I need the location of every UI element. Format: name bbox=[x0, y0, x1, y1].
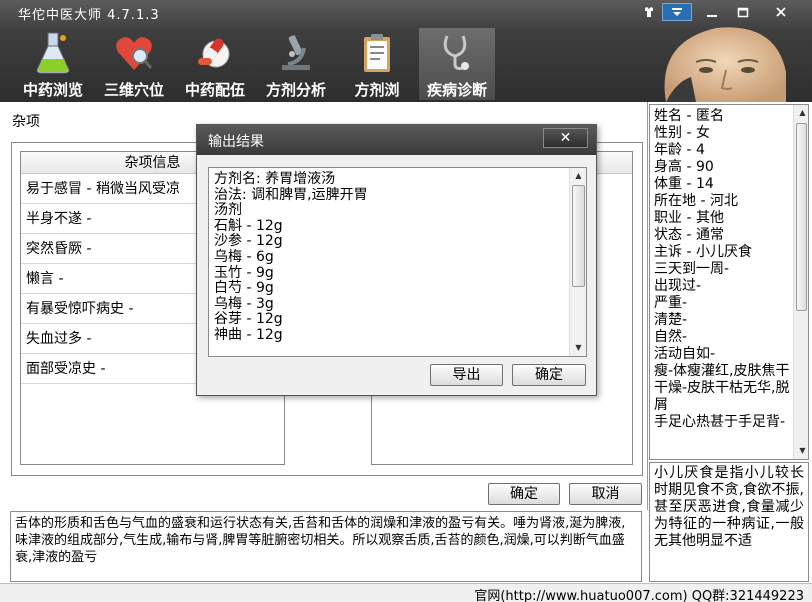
text-line: 身高 - 90 bbox=[654, 159, 714, 175]
patient-info-lines: 姓名 - 匿名 性别 - 女年龄 - 4 身高 - 90 体重 - 14 所在地 - 河… bbox=[654, 108, 792, 431]
disease-note: 小儿厌食是指小儿较长时期见食不贪,食欲不振,甚至厌恶进食,食量减少为特征的一种病… bbox=[649, 462, 809, 582]
tool-herb-browse[interactable]: 中药浏览 bbox=[12, 28, 94, 100]
dialog-title: 输出结果 bbox=[208, 134, 264, 150]
tool-3d-acupoint[interactable]: 三维穴位 bbox=[93, 28, 175, 100]
tool-label: 中药浏览 bbox=[22, 81, 83, 99]
physician-portrait bbox=[636, 22, 812, 102]
text-line: 姓名 - 匿名 bbox=[654, 108, 724, 124]
cancel-button[interactable]: 取消 bbox=[569, 483, 642, 505]
text-line: 年龄 - 4 bbox=[654, 142, 705, 158]
text-line: 职业 - 其他 bbox=[654, 210, 724, 226]
output-scrollbar[interactable]: ▲ ▼ bbox=[569, 168, 586, 356]
text-line: 治法: 调和脾胃,运脾开胃 bbox=[214, 186, 368, 203]
tool-herb-compat[interactable]: 中药配伍 bbox=[174, 28, 256, 100]
scroll-down-icon[interactable]: ▼ bbox=[794, 443, 808, 459]
text-line: 乌梅 - 3g bbox=[214, 295, 274, 312]
text-line: 严重- bbox=[654, 295, 688, 311]
text-line: 干燥-皮肤干枯无华,脱屑 bbox=[654, 380, 790, 413]
scroll-down-icon[interactable]: ▼ bbox=[570, 340, 586, 356]
text-line: 出现过- bbox=[654, 278, 702, 294]
stethoscope-icon bbox=[443, 35, 469, 70]
patient-info-panel: 姓名 - 匿名 性别 - 女年龄 - 4 身高 - 90 体重 - 14 所在地 - 河… bbox=[649, 104, 809, 460]
menu-arrow-icon bbox=[672, 8, 682, 16]
tool-label: 方剂浏 bbox=[354, 81, 400, 99]
text-line: 乌梅 - 6g bbox=[214, 248, 274, 265]
text-line: 手足心热甚于手足背- bbox=[654, 414, 786, 430]
minimize-button[interactable] bbox=[697, 3, 727, 21]
dialog-close-button[interactable]: ✕ bbox=[543, 128, 588, 148]
output-textbox[interactable]: 方剂名: 养胃增液汤 治法: 调和脾胃,运脾开胃 汤剂 石斛 - 12g 沙参 - 12… bbox=[208, 167, 587, 357]
heart-search-icon bbox=[116, 37, 153, 70]
section-title: 杂项 bbox=[12, 114, 40, 130]
maximize-icon bbox=[737, 7, 749, 18]
close-button[interactable] bbox=[762, 3, 800, 21]
tool-label: 三维穴位 bbox=[103, 81, 164, 99]
output-dialog: 输出结果 ✕ 方剂名: 养胃增液汤 治法: 调和脾胃,运脾开胃 汤剂 石斛 - 12g… bbox=[196, 124, 597, 396]
text-line: 性别 - 女 bbox=[654, 125, 710, 141]
text-line: 三天到一周- bbox=[654, 261, 730, 277]
scroll-up-icon[interactable]: ▲ bbox=[794, 105, 808, 121]
tool-formula-analysis[interactable]: 方剂分析 bbox=[255, 28, 337, 100]
app-title: 华佗中医大师 4.7.1.3 bbox=[18, 8, 160, 23]
text-line: 神曲 - 12g bbox=[214, 326, 283, 343]
text-line: 汤剂 bbox=[214, 202, 242, 219]
text-line: 体重 - 14 bbox=[654, 176, 714, 192]
status-bar: 官网(http://www.huatuo007.com) QQ群:3214492… bbox=[0, 583, 812, 602]
menu-button[interactable] bbox=[662, 3, 692, 21]
scroll-thumb[interactable] bbox=[796, 123, 807, 311]
skin-icon[interactable] bbox=[640, 3, 658, 21]
tool-label: 方剂分析 bbox=[265, 81, 326, 99]
text-line: 白芍 - 9g bbox=[214, 280, 274, 297]
microscope-icon bbox=[282, 35, 310, 70]
title-toolbar: 华佗中医大师 4.7.1.3 中药浏览 三维穴位 中药配伍 方剂分析 方剂浏 疾… bbox=[0, 0, 812, 102]
text-line: 谷芽 - 12g bbox=[214, 311, 283, 328]
export-button[interactable]: 导出 bbox=[430, 364, 503, 386]
text-line: 玉竹 - 9g bbox=[214, 264, 274, 281]
text-line: 方剂名: 养胃增液汤 bbox=[214, 171, 336, 187]
minimize-icon bbox=[707, 15, 717, 17]
dialog-titlebar: 输出结果 ✕ bbox=[197, 125, 596, 155]
text-line: 瘦-体瘦灌红,皮肤焦干 bbox=[654, 363, 790, 379]
pills-icon bbox=[198, 38, 230, 68]
clipboard-icon bbox=[364, 34, 390, 72]
text-line: 沙参 - 12g bbox=[214, 233, 283, 250]
flask-icon bbox=[36, 32, 70, 74]
text-line: 自然- bbox=[654, 329, 688, 345]
text-line: 清楚- bbox=[654, 312, 688, 328]
tool-formula-browse[interactable]: 方剂浏 bbox=[336, 28, 418, 100]
tool-label: 疾病诊断 bbox=[426, 81, 487, 99]
close-icon bbox=[776, 7, 786, 17]
patient-info-scrollbar[interactable]: ▲ ▼ bbox=[793, 105, 808, 459]
output-content: 方剂名: 养胃增液汤 治法: 调和脾胃,运脾开胃 汤剂 石斛 - 12g 沙参 - 12… bbox=[214, 171, 569, 344]
maximize-button[interactable] bbox=[728, 3, 758, 21]
tool-disease-diagnosis[interactable]: 疾病诊断 bbox=[419, 28, 495, 100]
text-line: 状态 - 通常 bbox=[654, 227, 724, 243]
scroll-up-icon[interactable]: ▲ bbox=[570, 168, 586, 184]
tool-label: 中药配伍 bbox=[184, 81, 245, 99]
scroll-thumb[interactable] bbox=[572, 185, 585, 287]
text-line: 活动自如- bbox=[654, 346, 716, 362]
confirm-button[interactable]: 确定 bbox=[512, 364, 586, 386]
text-line: 主诉 - 小儿厌食 bbox=[654, 244, 752, 260]
status-text: 官网(http://www.huatuo007.com) QQ群:3214492… bbox=[474, 589, 804, 602]
ok-button[interactable]: 确定 bbox=[488, 483, 560, 505]
text-line: 所在地 - 河北 bbox=[654, 193, 738, 209]
description-text: 舌体的形质和舌色与气血的盛衰和运行状态有关,舌苔和舌体的润燥和津液的盈亏有关。唾… bbox=[10, 511, 642, 582]
